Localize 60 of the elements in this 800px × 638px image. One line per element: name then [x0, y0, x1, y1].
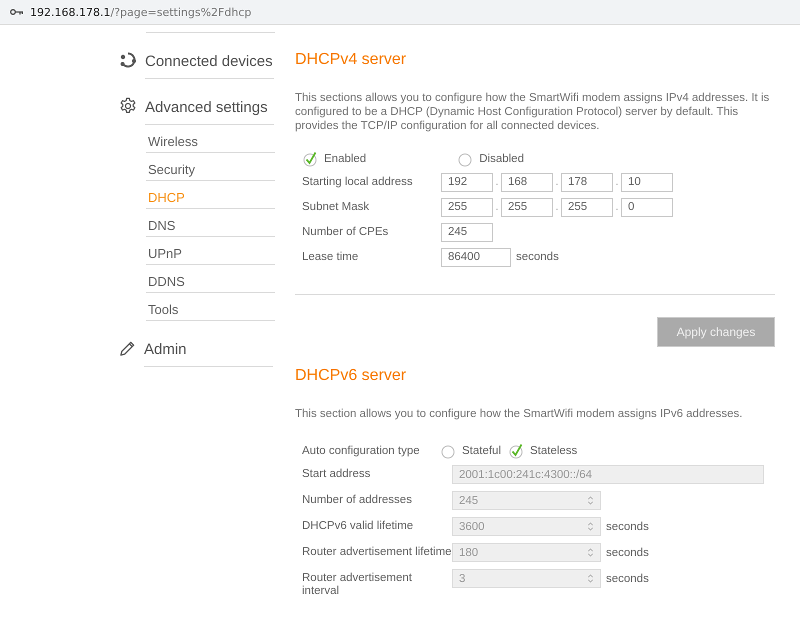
input-field[interactable]: 255 [501, 198, 553, 216]
radio-label: Stateless [530, 445, 578, 457]
field-label: Auto configuration type [302, 445, 421, 457]
settings-icon [119, 97, 137, 115]
key-icon [10, 8, 24, 16]
spinner-icon [587, 573, 594, 584]
dot-separator: . [614, 176, 620, 188]
field-label: Router advertisement lifetime [302, 545, 452, 559]
input-field[interactable]: 255 [561, 198, 613, 216]
field-label: Lease time [302, 251, 360, 263]
section-description: This sections allows you to configure how the SmartWifi modem assigns IPv4 addresses. It is configured to be a DHCP (Dynamic Host Configuration Protocol) server by default. This provides the TCP/IP configuration for all connected devices. [295, 91, 770, 133]
input-field[interactable]: 245 [441, 222, 493, 242]
field-label: Router advertisement interval [302, 571, 413, 598]
url-text[interactable]: 192.168.178.1/?page=settings%2Fdhcp [30, 6, 252, 18]
dot-separator: . [554, 201, 560, 213]
field-label: Starting local address [302, 176, 414, 188]
dot-separator: . [614, 201, 620, 213]
input-field[interactable]: 178 [561, 172, 613, 192]
sidebar-section[interactable]: Admin [144, 335, 273, 367]
field-label: Subnet Mask [302, 201, 370, 213]
dot-separator: . [494, 201, 500, 213]
section-title: DHCPv4 server [295, 51, 408, 69]
input-field[interactable]: 255 [441, 198, 493, 216]
radio-label: Disabled [479, 153, 524, 165]
radio-button[interactable] [509, 443, 525, 459]
input-field[interactable]: 192 [441, 172, 493, 192]
unit-label: seconds [606, 572, 649, 585]
radio-button[interactable] [458, 151, 474, 167]
sidebar-item[interactable]: Wireless [146, 125, 275, 153]
section-title: DHCPv6 server [295, 367, 408, 385]
field-label: DHCPv6 valid lifetime [302, 519, 414, 533]
unit-label: seconds [606, 520, 649, 533]
sidebar-item[interactable]: Tools [146, 293, 275, 321]
section-description: This section allows you to configure how the SmartWifi modem assigns IPv6 addresses. [295, 407, 744, 421]
unit-label: seconds [606, 546, 649, 559]
input-field[interactable]: 0 [621, 198, 673, 216]
dot-separator: . [494, 176, 500, 188]
dot-separator: . [554, 176, 560, 188]
radio-button[interactable] [303, 151, 319, 167]
pencil-icon [119, 340, 136, 356]
field-label: Number of CPEs [302, 226, 390, 238]
input-field[interactable]: 10 [621, 172, 673, 192]
field-label: Number of addresses [302, 493, 413, 507]
spinner-icon [587, 547, 594, 558]
devices-icon [119, 51, 137, 69]
radio-button[interactable] [441, 443, 457, 459]
input-field[interactable]: 86400 [441, 248, 511, 266]
sidebar-section[interactable]: Advanced settings [145, 93, 274, 125]
spinner-icon [587, 495, 594, 506]
sidebar-item[interactable]: Security [146, 153, 275, 181]
sidebar-section[interactable]: Connected devices [145, 47, 274, 79]
input-field[interactable]: 168 [501, 172, 553, 192]
sidebar-item[interactable]: UPnP [146, 237, 275, 265]
radio-label: Enabled [324, 153, 366, 165]
sidebar-item[interactable]: DNS [146, 209, 275, 237]
unit-label: seconds [516, 251, 559, 263]
field-label: Start address [302, 467, 372, 481]
radio-label: Stateful [462, 445, 501, 457]
spinner-icon [587, 521, 594, 532]
sidebar-item[interactable]: DDNS [146, 265, 275, 293]
